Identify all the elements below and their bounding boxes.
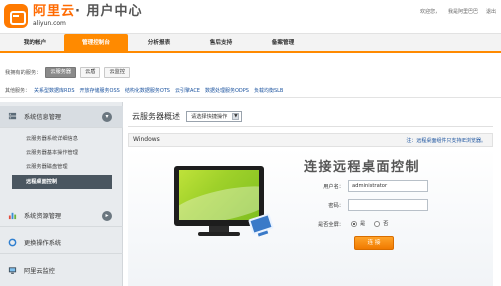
- sidebar-item-label: 系统资源管理: [24, 213, 62, 220]
- ie-note: 注：远程桌面组件只支持IE浏览器。: [406, 138, 486, 144]
- service-link-ots[interactable]: 结构化数据服务OTS: [125, 87, 170, 94]
- fullscreen-options: 是 否: [351, 220, 388, 227]
- username-field[interactable]: administrator: [348, 180, 428, 192]
- collapse-icon[interactable]: ▾: [102, 112, 112, 122]
- fullscreen-no-label: 否: [383, 221, 389, 227]
- sidebar-item-label: 更换操作系统: [24, 240, 62, 247]
- expand-icon[interactable]: ▸: [102, 211, 112, 221]
- monitor-icon: [8, 266, 17, 274]
- monitor-base: [198, 232, 240, 236]
- fullscreen-yes-radio[interactable]: [351, 220, 357, 227]
- owned-services: 我拥有的服务： 云服务器 云盾 云监控: [5, 66, 134, 79]
- logo[interactable]: 阿里云· 用户中心 aliyun.com: [4, 2, 142, 30]
- welcome-text: 欢迎您，: [419, 9, 440, 15]
- username-link[interactable]: 我是阿里巴巴: [448, 8, 478, 15]
- remote-desktop-panel: 连接远程桌面控制 用户名： administrator 密码： 是否全屏： 是 …: [128, 148, 493, 286]
- desktop-monitor-icon: [174, 166, 264, 226]
- sidebar-sub-remote-desktop[interactable]: 远程桌面控制: [12, 175, 112, 189]
- service-shield-button[interactable]: 云盾: [80, 67, 101, 78]
- os-panel-bar: Windows 注：远程桌面组件只支持IE浏览器。: [128, 133, 493, 147]
- service-link-rds[interactable]: 关系型数据库RDS: [34, 87, 75, 94]
- logo-title-main: 阿里云: [33, 4, 76, 19]
- divider: [0, 97, 501, 98]
- server-icon: [8, 112, 17, 120]
- sidebar-item-resources[interactable]: 系统资源管理 ▸: [0, 205, 123, 227]
- fullscreen-no-radio[interactable]: [374, 220, 381, 227]
- logo-title: 阿里云· 用户中心: [33, 4, 142, 19]
- logout-link[interactable]: 退出: [486, 8, 496, 15]
- service-link-oss[interactable]: 开放存储服务OSS: [80, 87, 120, 94]
- monitor-screen: [179, 170, 259, 220]
- nav-support[interactable]: 售后支持: [190, 34, 252, 52]
- quick-action-select[interactable]: 请选择快捷操作 ▼: [186, 110, 243, 122]
- connect-button[interactable]: 连 接: [354, 236, 394, 250]
- nav-icp[interactable]: 备案管理: [252, 34, 314, 52]
- sidebar-sub-ecs-operations[interactable]: 云服务器基本操作管理: [0, 146, 123, 160]
- quick-action-value: 请选择快捷操作: [191, 113, 228, 120]
- sidebar-sub-ecs-details[interactable]: 云服务器系统详细信息: [0, 132, 123, 146]
- main-nav: 我的帐户 管理控制台 分析报表 售后支持 备案管理: [0, 33, 501, 53]
- logo-text: 阿里云· 用户中心 aliyun.com: [33, 4, 142, 28]
- sidebar-item-label: 阿里云监控: [24, 267, 55, 275]
- service-monitor-button[interactable]: 云监控: [104, 67, 131, 78]
- page-title: 云服务器概述: [132, 111, 180, 121]
- other-services-label: 其他服务：: [5, 87, 31, 94]
- nav-console[interactable]: 管理控制台: [64, 34, 128, 52]
- nav-reports[interactable]: 分析报表: [128, 34, 190, 52]
- bar-chart-icon: [8, 212, 17, 220]
- title-divider: [128, 126, 493, 127]
- chevron-down-icon: ▼: [232, 112, 240, 120]
- username-label: 用户名：: [323, 184, 344, 190]
- service-link-slb[interactable]: 负载均衡SLB: [254, 87, 283, 94]
- service-link-odps[interactable]: 数据处理服务ODPS: [205, 87, 249, 94]
- aliyun-logo-icon: [4, 4, 28, 28]
- service-ecs-button[interactable]: 云服务器: [45, 67, 77, 78]
- sidebar-item-change-os[interactable]: 更换操作系统: [0, 232, 123, 254]
- sidebar: 系统信息管理 ▾ 云服务器系统详细信息 云服务器基本操作管理 云服务器磁盘管理 …: [0, 102, 123, 286]
- content: 云服务器概述 请选择快捷操作 ▼ Windows 注：远程桌面组件只支持IE浏览…: [128, 102, 501, 286]
- fullscreen-yes-label: 是: [360, 221, 366, 227]
- sidebar-item-system-info[interactable]: 系统信息管理 ▾: [0, 106, 123, 128]
- header: 阿里云· 用户中心 aliyun.com 欢迎您， 我是阿里巴巴 退出: [0, 0, 501, 33]
- service-link-ace[interactable]: 云引擎ACE: [175, 87, 200, 94]
- sidebar-item-monitor[interactable]: 阿里云监控: [0, 259, 123, 281]
- refresh-icon: [8, 238, 17, 247]
- rdp-title: 连接远程桌面控制: [304, 160, 421, 175]
- content-header: 云服务器概述 请选择快捷操作 ▼: [132, 109, 243, 123]
- nav-my-account[interactable]: 我的帐户: [6, 34, 64, 52]
- logo-url: aliyun.com: [33, 20, 66, 27]
- os-label: Windows: [133, 136, 160, 143]
- sidebar-item-label: 系统信息管理: [24, 114, 62, 121]
- owned-services-label: 我拥有的服务：: [5, 70, 42, 76]
- sidebar-sub-disk-management[interactable]: 云服务器磁盘管理: [0, 160, 123, 174]
- password-field[interactable]: [348, 199, 428, 211]
- logo-title-sub: · 用户中心: [75, 4, 143, 19]
- header-links: 欢迎您， 我是阿里巴巴 退出: [420, 8, 496, 15]
- password-label: 密码：: [328, 203, 344, 209]
- fullscreen-label: 是否全屏：: [318, 222, 344, 228]
- other-services: 其他服务： 关系型数据库RDS 开放存储服务OSS 结构化数据服务OTS 云引擎…: [5, 86, 288, 94]
